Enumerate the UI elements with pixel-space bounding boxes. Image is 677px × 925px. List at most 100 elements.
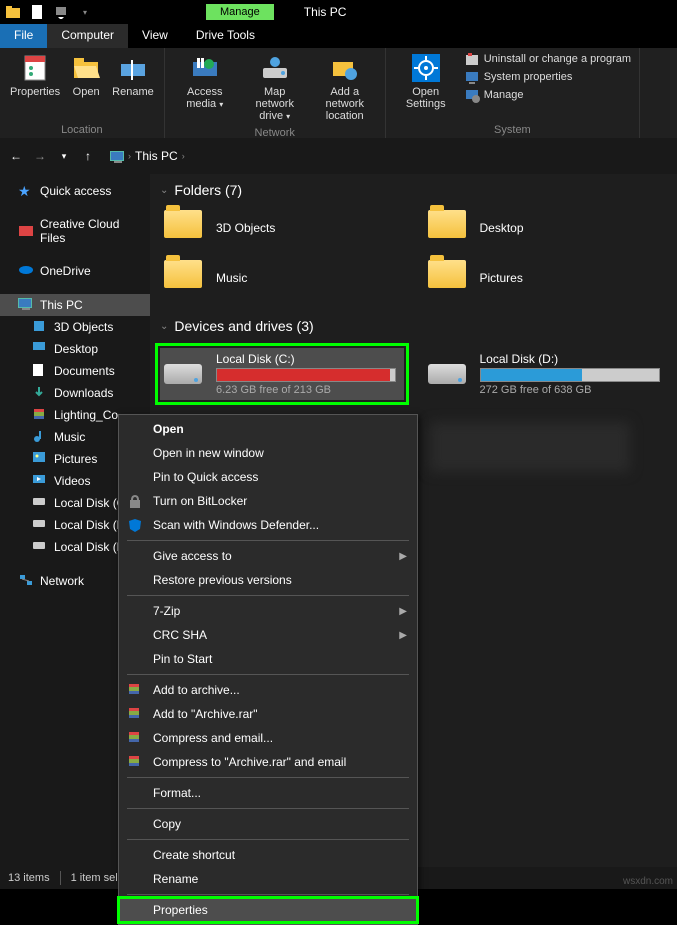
drive-icon	[32, 495, 48, 511]
ctx-rename[interactable]: Rename	[119, 867, 417, 891]
system-properties-button[interactable]: System properties	[462, 68, 633, 86]
address-bar[interactable]: › This PC ›	[110, 149, 671, 163]
add-location-icon	[329, 52, 361, 84]
manage-button[interactable]: Manage	[462, 86, 633, 104]
sys-props-icon	[464, 69, 480, 85]
qat-dropdown[interactable]	[50, 2, 72, 22]
network-icon	[18, 573, 34, 589]
sidebar-item-creative-cloud[interactable]: Creative Cloud Files	[0, 214, 150, 248]
ctx-add-archive-rar[interactable]: Add to "Archive.rar"	[119, 702, 417, 726]
star-icon: ★	[18, 183, 34, 199]
ctx-give-access[interactable]: Give access to▶	[119, 544, 417, 568]
folder-desktop[interactable]: Desktop	[424, 206, 668, 250]
drive-icon	[164, 358, 204, 390]
settings-icon	[410, 52, 442, 84]
folder-icon	[428, 210, 468, 246]
download-icon	[32, 385, 48, 401]
group-label-location: Location	[61, 122, 103, 138]
sidebar-item-desktop[interactable]: Desktop	[0, 338, 150, 360]
ctx-pin-quick-access[interactable]: Pin to Quick access	[119, 465, 417, 489]
ctx-separator	[127, 894, 409, 895]
breadcrumb-this-pc[interactable]: This PC	[135, 149, 178, 163]
drive-icon	[32, 539, 48, 555]
ctx-create-shortcut[interactable]: Create shortcut	[119, 843, 417, 867]
folder-3d-objects[interactable]: 3D Objects	[160, 206, 404, 250]
ctx-format[interactable]: Format...	[119, 781, 417, 805]
uninstall-icon	[464, 51, 480, 67]
ribbon-tabs: File Computer View Drive Tools	[0, 24, 677, 48]
ctx-bitlocker[interactable]: Turn on BitLocker	[119, 489, 417, 513]
ctx-copy[interactable]: Copy	[119, 812, 417, 836]
cube-icon	[32, 319, 48, 335]
drive-icon	[428, 358, 468, 390]
folders-section-header[interactable]: ⌄ Folders (7)	[160, 178, 667, 206]
chevron-right-icon: ▶	[399, 630, 407, 641]
add-network-location-button[interactable]: Add a network location	[311, 50, 379, 124]
folder-icon	[164, 210, 204, 246]
drive-local-c[interactable]: Local Disk (C:) 6.23 GB free of 213 GB	[160, 348, 404, 400]
tab-computer[interactable]: Computer	[47, 24, 128, 48]
uninstall-program-button[interactable]: Uninstall or change a program	[462, 50, 633, 68]
manage-icon	[464, 87, 480, 103]
ctx-compress-rar-email[interactable]: Compress to "Archive.rar" and email	[119, 750, 417, 774]
watermark: wsxdn.com	[623, 876, 673, 887]
ctx-open[interactable]: Open	[119, 417, 417, 441]
forward-button[interactable]: →	[30, 146, 50, 166]
cloud-icon	[18, 263, 34, 279]
pc-icon	[18, 297, 34, 313]
ribbon-group-network: Access media ▾ Map network drive ▾ Add a…	[165, 48, 386, 138]
drive-local-d[interactable]: Local Disk (D:) 272 GB free of 638 GB	[424, 348, 668, 400]
open-settings-button[interactable]: Open Settings	[392, 50, 460, 112]
picture-icon	[32, 451, 48, 467]
tab-view[interactable]: View	[128, 24, 182, 48]
ctx-pin-start[interactable]: Pin to Start	[119, 647, 417, 671]
tab-drive-tools[interactable]: Drive Tools	[182, 24, 269, 48]
sidebar-item-this-pc[interactable]: This PC	[0, 294, 150, 316]
ctx-defender[interactable]: Scan with Windows Defender...	[119, 513, 417, 537]
tab-file[interactable]: File	[0, 24, 47, 48]
group-label-system: System	[494, 122, 531, 138]
chevron-right-icon: ▶	[399, 606, 407, 617]
ctx-separator	[127, 540, 409, 541]
ctx-crc-sha[interactable]: CRC SHA▶	[119, 623, 417, 647]
ctx-open-new-window[interactable]: Open in new window	[119, 441, 417, 465]
manage-contextual-tab[interactable]: Manage	[206, 4, 274, 20]
recent-locations-dropdown[interactable]: ▾	[54, 146, 74, 166]
rename-button[interactable]: Rename	[108, 50, 158, 100]
folder-icon[interactable]	[2, 2, 24, 22]
sidebar-item-downloads[interactable]: Downloads	[0, 382, 150, 404]
ctx-compress-email[interactable]: Compress and email...	[119, 726, 417, 750]
up-button[interactable]: ↑	[78, 146, 98, 166]
map-network-drive-button[interactable]: Map network drive ▾	[241, 50, 309, 125]
ctx-add-archive[interactable]: Add to archive...	[119, 678, 417, 702]
rar-icon	[127, 730, 143, 746]
sidebar-item-documents[interactable]: Documents	[0, 360, 150, 382]
document-icon	[32, 363, 48, 379]
open-folder-icon	[70, 52, 102, 84]
sidebar-item-onedrive[interactable]: OneDrive	[0, 260, 150, 282]
ctx-properties[interactable]: Properties	[119, 898, 417, 922]
desktop-icon	[32, 341, 48, 357]
qat-separator: ▾	[74, 2, 96, 22]
chevron-down-icon: ⌄	[160, 185, 168, 196]
sidebar-item-quick-access[interactable]: ★Quick access	[0, 180, 150, 202]
folder-music[interactable]: Music	[160, 256, 404, 300]
drives-section-header[interactable]: ⌄ Devices and drives (3)	[160, 314, 667, 342]
pc-icon	[110, 151, 124, 161]
file-icon[interactable]	[26, 2, 48, 22]
access-media-button[interactable]: Access media ▾	[171, 50, 239, 113]
chevron-down-icon: ⌄	[160, 321, 168, 332]
folder-icon	[428, 260, 468, 296]
properties-button[interactable]: Properties	[6, 50, 64, 100]
open-button[interactable]: Open	[66, 50, 106, 100]
ctx-separator	[127, 808, 409, 809]
music-icon	[32, 429, 48, 445]
context-menu: Open Open in new window Pin to Quick acc…	[118, 414, 418, 925]
sidebar-item-3d-objects[interactable]: 3D Objects	[0, 316, 150, 338]
back-button[interactable]: ←	[6, 146, 26, 166]
ctx-separator	[127, 595, 409, 596]
folder-pictures[interactable]: Pictures	[424, 256, 668, 300]
ctx-restore-previous[interactable]: Restore previous versions	[119, 568, 417, 592]
ctx-7zip[interactable]: 7-Zip▶	[119, 599, 417, 623]
drive-blurred	[430, 422, 630, 472]
